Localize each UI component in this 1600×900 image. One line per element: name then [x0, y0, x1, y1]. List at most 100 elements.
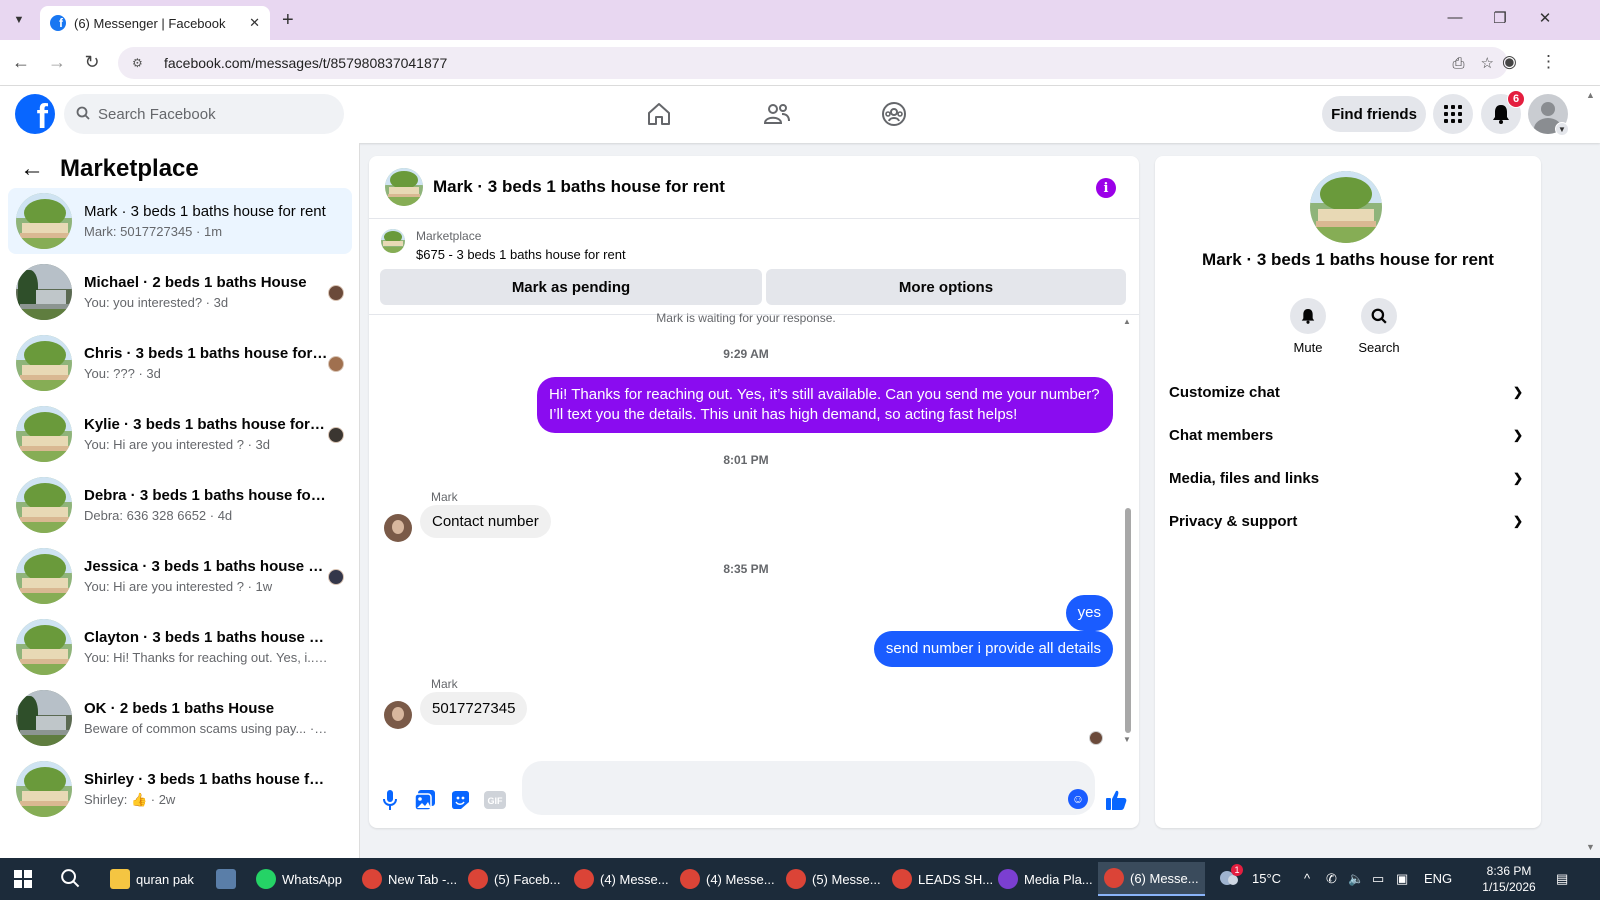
- scroll-up-arrow-icon[interactable]: ▲: [1123, 317, 1131, 326]
- site-info-icon[interactable]: ⚙: [132, 56, 150, 70]
- chat-title[interactable]: Mark · 3 beds 1 baths house for rent: [433, 177, 725, 197]
- tab-search-chevron-icon[interactable]: ▼: [8, 9, 30, 31]
- url-text: facebook.com/messages/t/857980837041877: [164, 55, 448, 71]
- minimize-icon[interactable]: —: [1445, 9, 1465, 26]
- microphone-icon[interactable]: [379, 789, 401, 811]
- mark-as-pending-button[interactable]: Mark as pending: [380, 269, 762, 305]
- restore-icon[interactable]: ❐: [1490, 9, 1510, 27]
- windows-start-icon[interactable]: [14, 870, 32, 888]
- facebook-logo-icon[interactable]: f: [15, 94, 55, 134]
- conversation-item[interactable]: Mark · 3 beds 1 baths house for rent Mar…: [8, 188, 352, 254]
- clock-time: 8:36 PM: [1486, 864, 1532, 878]
- taskbar-item-whatsapp[interactable]: WhatsApp: [250, 862, 348, 896]
- outgoing-message[interactable]: send number i provide all details: [873, 631, 1113, 667]
- listing-price-title[interactable]: $675 - 3 beds 1 baths house for rent: [416, 247, 626, 262]
- friends-icon[interactable]: [757, 96, 797, 132]
- search-in-conversation-button[interactable]: Search: [1349, 298, 1409, 355]
- message-input[interactable]: [522, 761, 1095, 815]
- conversation-item[interactable]: Jessica · 3 beds 1 baths house fo... You…: [8, 543, 352, 609]
- volume-icon[interactable]: 🔈: [1348, 871, 1364, 887]
- sender-avatar[interactable]: [384, 514, 412, 542]
- conversation-item[interactable]: OK · 2 beds 1 baths House Beware of comm…: [8, 685, 352, 751]
- browser-tab[interactable]: f (6) Messenger | Facebook ✕: [40, 6, 270, 40]
- gif-icon[interactable]: GIF: [484, 789, 506, 811]
- groups-icon[interactable]: [874, 96, 914, 132]
- page-scroll-up-icon[interactable]: ▲: [1586, 90, 1595, 100]
- back-icon[interactable]: ←: [10, 52, 32, 73]
- sticker-icon[interactable]: [449, 789, 471, 811]
- customize-chat-row[interactable]: Customize chat ❯: [1169, 372, 1529, 412]
- read-receipt-avatar: [328, 427, 344, 443]
- battery-icon[interactable]: ▭: [1372, 871, 1384, 887]
- find-friends-button[interactable]: Find friends: [1322, 96, 1426, 132]
- conversation-info-icon[interactable]: i: [1096, 178, 1116, 198]
- tab-title: (6) Messenger | Facebook: [74, 15, 226, 31]
- reload-icon[interactable]: ↻: [81, 52, 103, 73]
- facebook-search-input[interactable]: Search Facebook: [64, 94, 344, 134]
- menu-grid-icon[interactable]: [1433, 94, 1473, 134]
- incoming-message[interactable]: Contact number: [420, 505, 551, 538]
- privacy-support-row[interactable]: Privacy & support ❯: [1169, 501, 1529, 541]
- taskbar-item-chrome-active[interactable]: (6) Messe...: [1098, 862, 1205, 896]
- timestamp: 8:35 PM: [723, 562, 769, 576]
- page-scroll-down-icon[interactable]: ▼: [1586, 842, 1595, 852]
- taskbar-item-chrome[interactable]: (5) Faceb...: [462, 862, 566, 896]
- listing-mini-thumbnail[interactable]: [381, 229, 405, 253]
- chat-members-row[interactable]: Chat members ❯: [1169, 415, 1529, 455]
- taskbar-search-icon[interactable]: [60, 868, 80, 893]
- bookmark-star-icon[interactable]: ☆: [1481, 54, 1494, 72]
- conversation-item[interactable]: Debra · 3 beds 1 baths house for r... De…: [8, 472, 352, 538]
- taskbar-item-chrome[interactable]: (5) Messe...: [780, 862, 887, 896]
- close-window-icon[interactable]: ✕: [1535, 9, 1555, 27]
- home-icon[interactable]: [639, 96, 679, 132]
- more-options-button[interactable]: More options: [766, 269, 1126, 305]
- tray-chevron-up-icon[interactable]: ^: [1304, 871, 1310, 886]
- chat-listing-thumbnail[interactable]: [385, 168, 423, 206]
- browser-menu-icon[interactable]: ⋮: [1540, 52, 1557, 72]
- language-indicator[interactable]: ENG: [1424, 871, 1452, 886]
- conversation-name: Clayton · 3 beds 1 baths house for ...: [84, 629, 328, 646]
- profile-icon[interactable]: ◉: [1502, 52, 1517, 72]
- taskbar-item-chrome[interactable]: New Tab -...: [356, 862, 463, 896]
- conversation-item[interactable]: Chris · 3 beds 1 baths house for ... You…: [8, 330, 352, 396]
- mute-button[interactable]: Mute: [1278, 298, 1338, 355]
- facebook-header: f Search Facebook Find friends 6 ▼: [0, 86, 1600, 143]
- conversation-item[interactable]: Kylie · 3 beds 1 baths house for r... Yo…: [8, 401, 352, 467]
- media-files-links-row[interactable]: Media, files and links ❯: [1169, 458, 1529, 498]
- forward-icon[interactable]: →: [46, 52, 68, 73]
- network-icon[interactable]: ▣: [1396, 871, 1408, 887]
- install-app-icon[interactable]: ⎙: [1453, 55, 1465, 72]
- outgoing-message[interactable]: Hi! Thanks for reaching out. Yes, it’s s…: [537, 377, 1113, 433]
- temperature[interactable]: 15°C: [1252, 871, 1281, 886]
- photo-gallery-icon[interactable]: [414, 789, 436, 811]
- calculator-icon: [216, 869, 236, 889]
- scroll-down-arrow-icon[interactable]: ▼: [1123, 735, 1131, 744]
- taskbar-item-chrome[interactable]: (4) Messe...: [568, 862, 675, 896]
- account-chevron-down-icon[interactable]: ▼: [1555, 122, 1569, 136]
- sender-name: Mark: [431, 490, 458, 504]
- outgoing-message[interactable]: yes: [1065, 595, 1113, 631]
- conversation-item[interactable]: Clayton · 3 beds 1 baths house for ... Y…: [8, 614, 352, 680]
- whatsapp-tray-icon[interactable]: ✆: [1326, 871, 1337, 887]
- taskbar-item-calculator[interactable]: [210, 862, 248, 896]
- taskbar-item-folder[interactable]: quran pak: [104, 862, 200, 896]
- back-arrow-icon[interactable]: ←: [20, 155, 44, 183]
- new-tab-icon[interactable]: +: [282, 9, 294, 31]
- tab-close-icon[interactable]: ✕: [249, 15, 260, 31]
- chat-scrollbar[interactable]: [1125, 508, 1131, 733]
- taskbar-item-chrome[interactable]: (4) Messe...: [674, 862, 781, 896]
- url-bar[interactable]: ⚙ facebook.com/messages/t/85798083704187…: [118, 47, 1508, 79]
- taskbar-item-chrome[interactable]: LEADS SH...: [886, 862, 999, 896]
- notification-center-icon[interactable]: ▤: [1556, 871, 1568, 887]
- listing-thumbnail: [16, 264, 72, 320]
- thumbs-up-icon[interactable]: [1105, 789, 1127, 811]
- info-listing-photo[interactable]: [1310, 171, 1382, 243]
- chevron-down-icon: ❯: [1512, 385, 1523, 399]
- clock[interactable]: 8:36 PM 1/15/2026: [1474, 863, 1544, 895]
- conversation-item[interactable]: Shirley · 3 beds 1 baths house for r... …: [8, 756, 352, 822]
- taskbar-item-media-player[interactable]: Media Pla...: [992, 862, 1099, 896]
- sender-avatar[interactable]: [384, 701, 412, 729]
- conversation-item[interactable]: Michael · 2 beds 1 baths House You: you …: [8, 259, 352, 325]
- emoji-icon[interactable]: ☺: [1068, 789, 1088, 809]
- incoming-message[interactable]: 5017727345: [420, 692, 528, 725]
